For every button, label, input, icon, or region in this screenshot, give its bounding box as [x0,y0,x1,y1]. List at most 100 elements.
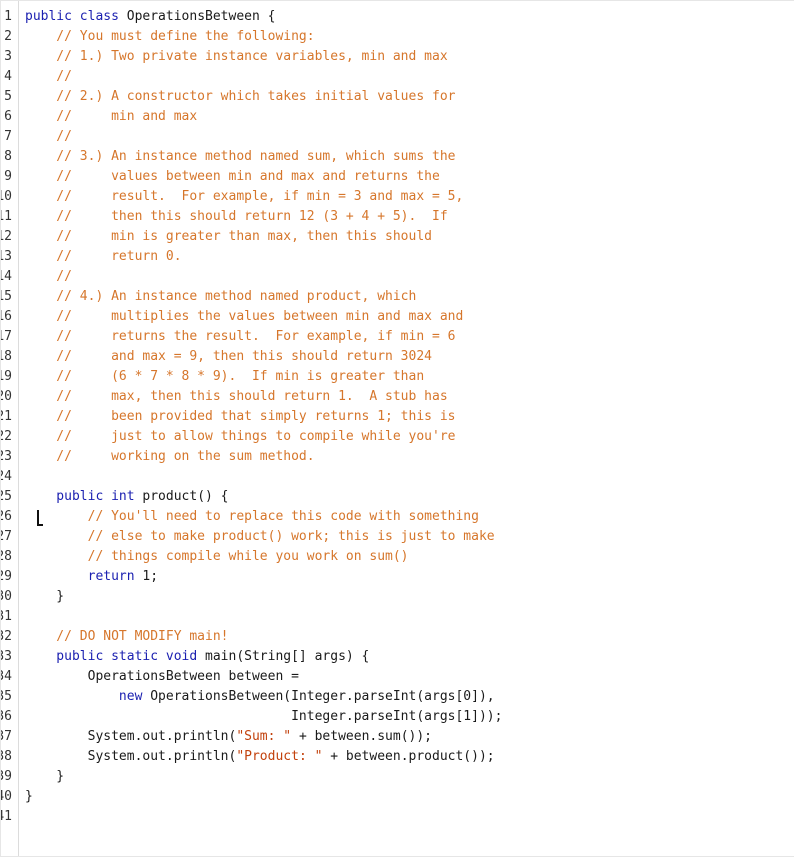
line-number: 18 [0,349,12,364]
line-number: 25 [0,489,12,504]
code-line[interactable]: 31 [0,607,794,627]
line-number: 24 [0,469,12,484]
code-line[interactable]: 29 return 1; [0,567,794,587]
code-line[interactable]: 7 // [0,127,794,147]
code-token: main(String[] args) { [205,649,370,664]
code-line[interactable]: 36 Integer.parseInt(args[1])); [0,707,794,727]
comment-token: // things compile while you work on sum(… [25,549,409,564]
line-code: // multiplies the values between min and… [25,309,463,325]
line-number: 16 [0,309,12,324]
code-line[interactable]: 3 // 1.) Two private instance variables,… [0,47,794,67]
line-number: 35 [0,689,12,704]
line-code: // DO NOT MODIFY main! [25,629,229,645]
line-number: 36 [0,709,12,724]
code-line[interactable]: 9 // values between min and max and retu… [0,167,794,187]
comment-token: // [25,69,72,84]
line-code: public static void main(String[] args) { [25,649,369,665]
code-token: System.out.println( [25,729,237,744]
line-number: 22 [0,429,12,444]
code-line[interactable]: 41 [0,807,794,827]
code-line[interactable]: 6 // min and max [0,107,794,127]
code-line[interactable]: 39 } [0,767,794,787]
line-code: // [25,269,72,285]
line-number: 41 [0,809,12,824]
line-code: // been provided that simply returns 1; … [25,409,455,425]
line-code: // and max = 9, then this should return … [25,349,432,365]
code-line[interactable]: 17 // returns the result. For example, i… [0,327,794,347]
code-line[interactable]: 15 // 4.) An instance method named produ… [0,287,794,307]
comment-token: // DO NOT MODIFY main! [25,629,229,644]
keyword-token: new [25,689,151,704]
code-line[interactable]: 21 // been provided that simply returns … [0,407,794,427]
code-line[interactable]: 30 } [0,587,794,607]
code-line[interactable]: 14 // [0,267,794,287]
code-line[interactable]: 12 // min is greater than max, then this… [0,227,794,247]
code-line[interactable]: 1 public class OperationsBetween { [0,7,794,27]
line-code: System.out.println("Sum: " + between.sum… [25,729,432,745]
line-code: } [25,589,64,605]
code-line[interactable]: 2 // You must define the following: [0,27,794,47]
code-line[interactable]: 33 public static void main(String[] args… [0,647,794,667]
keyword-token: public static void [25,649,206,664]
line-code: // then this should return 12 (3 + 4 + 5… [25,209,447,225]
keyword-token: public int [25,489,143,504]
line-code: // [25,129,72,145]
code-line[interactable]: 16 // multiplies the values between min … [0,307,794,327]
comment-token: // 4.) An instance method named product,… [25,289,417,304]
code-line[interactable]: 35 new OperationsBetween(Integer.parseIn… [0,687,794,707]
code-line[interactable]: 10 // result. For example, if min = 3 an… [0,187,794,207]
line-number: 9 [4,169,12,184]
line-number: 11 [0,209,12,224]
line-number: 2 [4,29,12,44]
line-code: // working on the sum method. [25,449,314,465]
line-number: 29 [0,569,12,584]
keyword-token: public class [25,9,127,24]
line-code: } [25,789,33,805]
line-number: 33 [0,649,12,664]
code-line[interactable]: 24 [0,467,794,487]
line-number: 19 [0,369,12,384]
line-number: 34 [0,669,12,684]
code-line[interactable]: 28 // things compile while you work on s… [0,547,794,567]
line-code: // 2.) A constructor which takes initial… [25,89,455,105]
line-number: 21 [0,409,12,424]
code-line[interactable]: 19 // (6 * 7 * 8 * 9). If min is greater… [0,367,794,387]
code-editor[interactable]: 1 public class OperationsBetween {2 // Yo… [0,0,794,857]
code-line[interactable]: 4 // [0,67,794,87]
comment-token: // [25,129,72,144]
code-line[interactable]: 20 // max, then this should return 1. A … [0,387,794,407]
code-line[interactable]: 26 // You'll need to replace this code w… [0,507,794,527]
code-token: + between.product()); [322,749,495,764]
code-token: } [25,789,33,804]
code-line[interactable]: 18 // and max = 9, then this should retu… [0,347,794,367]
code-line[interactable]: 40} [0,787,794,807]
line-number: 10 [0,189,12,204]
line-code: // else to make product() work; this is … [25,529,495,545]
line-number: 3 [4,49,12,64]
comment-token: // You'll need to replace this code with… [25,509,479,524]
line-number: 40 [0,789,12,804]
line-code: // just to allow things to compile while… [25,429,455,445]
line-number: 37 [0,729,12,744]
code-line[interactable]: 27 // else to make product() work; this … [0,527,794,547]
code-line[interactable]: 8 // 3.) An instance method named sum, w… [0,147,794,167]
code-line[interactable]: 25 public int product() { [0,487,794,507]
code-line[interactable]: 32 // DO NOT MODIFY main! [0,627,794,647]
line-number: 32 [0,629,12,644]
comment-token: // max, then this should return 1. A stu… [25,389,448,404]
code-line[interactable]: 23 // working on the sum method. [0,447,794,467]
code-line[interactable]: 13 // return 0. [0,247,794,267]
line-number: 28 [0,549,12,564]
comment-token: // result. For example, if min = 3 and m… [25,189,464,204]
code-line[interactable]: 11 // then this should return 12 (3 + 4 … [0,207,794,227]
line-number: 13 [0,249,12,264]
code-line[interactable]: 38 System.out.println("Product: " + betw… [0,747,794,767]
code-line[interactable]: 37 System.out.println("Sum: " + between.… [0,727,794,747]
code-line[interactable]: 22 // just to allow things to compile wh… [0,427,794,447]
comment-token: // [25,269,72,284]
code-line[interactable]: 34 OperationsBetween between = [0,667,794,687]
line-code: System.out.println("Product: " + between… [25,749,495,765]
code-line[interactable]: 5 // 2.) A constructor which takes initi… [0,87,794,107]
line-code: new OperationsBetween(Integer.parseInt(a… [25,689,495,705]
comment-token: // min and max [25,109,198,124]
